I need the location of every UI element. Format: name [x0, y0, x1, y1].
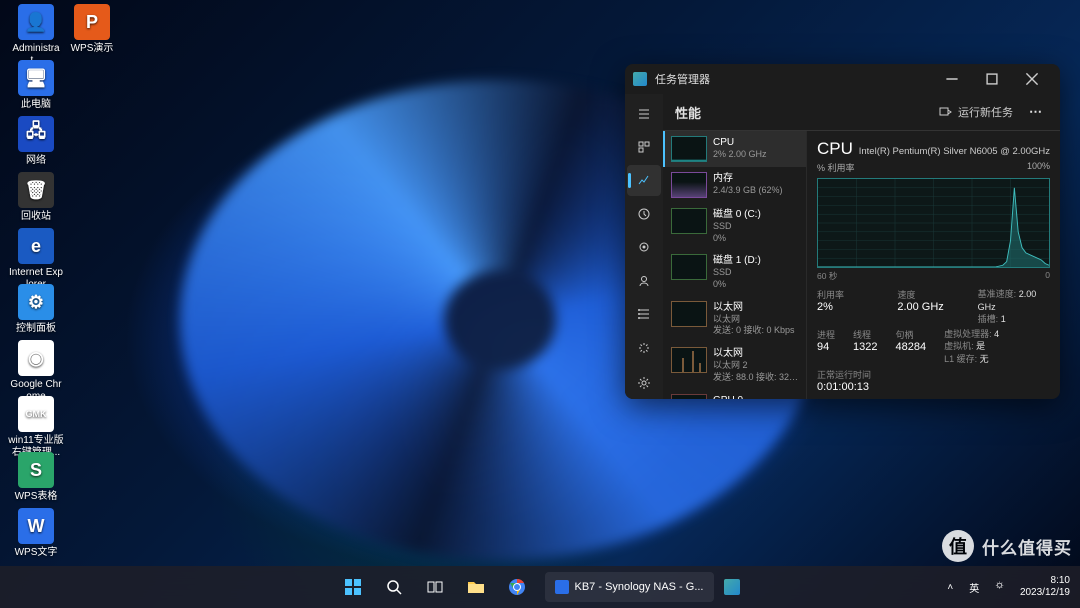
page-title: 性能	[675, 103, 701, 122]
titlebar[interactable]: 任务管理器	[625, 64, 1060, 94]
mini-chart	[671, 208, 707, 234]
icon-label: 控制面板	[8, 323, 64, 335]
watermark-badge: 值	[942, 530, 974, 562]
close-button[interactable]	[1012, 64, 1052, 94]
task-manager-window[interactable]: 任务管理器 性能 运行新任务 ⋯	[625, 64, 1060, 399]
desktop-icon[interactable]: 🖥 此电脑	[8, 60, 64, 111]
windows-icon	[344, 578, 362, 596]
app-icon: GMK	[18, 396, 54, 432]
perf-list-item[interactable]: 磁盘 1 (D:)SSD0%	[663, 249, 806, 295]
desktop-icon[interactable]: GMKwin11专业版右键管理...	[8, 396, 64, 459]
nav-startup[interactable]	[627, 232, 661, 263]
perf-detail: CPU Intel(R) Pentium(R) Silver N6005 @ 2…	[807, 131, 1060, 399]
icon-label: WPS演示	[64, 43, 120, 55]
perf-list-item[interactable]: 磁盘 0 (C:)SSD0%	[663, 203, 806, 249]
desktop-icon[interactable]: S WPS表格	[8, 452, 64, 503]
nav-app-history[interactable]	[627, 198, 661, 229]
app-icon: W	[18, 508, 54, 544]
perf-list-item[interactable]: 内存2.4/3.9 GB (62%)	[663, 167, 806, 203]
tray-ime-lang[interactable]: 英	[965, 578, 983, 597]
taskbar-app-synology[interactable]: KB7 - Synology NAS - G...	[545, 572, 714, 602]
start-button[interactable]	[334, 568, 372, 606]
app-icon: P	[74, 4, 110, 40]
desktop-icon[interactable]: eInternet Explorer	[8, 228, 64, 291]
task-view-button[interactable]	[416, 568, 454, 606]
icon-label: 网络	[8, 155, 64, 167]
page-header: 性能 运行新任务 ⋯	[663, 94, 1060, 131]
app-icon: 🖧	[18, 116, 54, 152]
app-icon: ⚙	[18, 284, 54, 320]
perf-list-item[interactable]: 以太网以太网 2发送: 88.0 接收: 32.0 Kbps	[663, 342, 806, 388]
app-icon	[555, 580, 569, 594]
desktop-icon[interactable]: W WPS文字	[8, 508, 64, 559]
maximize-button[interactable]	[972, 64, 1012, 94]
taskview-icon	[426, 578, 444, 596]
chrome-button[interactable]	[498, 568, 536, 606]
watermark-text: 什么值得买	[982, 534, 1072, 559]
more-button[interactable]: ⋯	[1023, 100, 1048, 124]
app-icon: 👤	[18, 4, 54, 40]
tray-clock[interactable]: 8:10 2023/12/19	[1016, 573, 1074, 601]
app-icon: e	[18, 228, 54, 264]
y-axis-label: % 利用率	[817, 161, 855, 174]
app-icon: 🖥	[18, 60, 54, 96]
taskbar[interactable]: KB7 - Synology NAS - G... ˄ 英 🌣 8:10 202…	[0, 566, 1080, 608]
watermark: 值 什么值得买	[942, 530, 1072, 562]
desktop-icon[interactable]: ◉Google Chrome	[8, 340, 64, 403]
x-axis-right: 0	[1045, 270, 1050, 282]
icon-label: WPS文字	[8, 547, 64, 559]
chrome-icon	[508, 578, 526, 596]
icon-label: WPS表格	[8, 491, 64, 503]
nav-processes[interactable]	[627, 131, 661, 162]
perf-list-item[interactable]: GPU 0Intel(R) UHD Gra...1%	[663, 389, 806, 400]
mini-chart	[671, 172, 707, 198]
nav-menu-button[interactable]	[627, 98, 661, 129]
folder-icon	[467, 579, 485, 595]
mini-chart	[671, 394, 707, 400]
run-new-task-button[interactable]: 运行新任务	[932, 100, 1019, 124]
tray-ime-mode[interactable]: 🌣	[991, 577, 1008, 598]
taskmgr-icon	[724, 579, 740, 595]
tray-chevron[interactable]: ˄	[943, 580, 957, 595]
perf-list-item[interactable]: CPU2% 2.00 GHz	[663, 131, 806, 167]
minimize-button[interactable]	[932, 64, 972, 94]
search-button[interactable]	[375, 568, 413, 606]
icon-label: 回收站	[8, 211, 64, 223]
nav-users[interactable]	[627, 265, 661, 296]
perf-list: CPU2% 2.00 GHz内存2.4/3.9 GB (62%)磁盘 0 (C:…	[663, 131, 807, 399]
app-icon: 🗑	[18, 172, 54, 208]
mini-chart	[671, 301, 707, 327]
run-icon	[938, 105, 952, 119]
window-title: 任务管理器	[655, 71, 710, 87]
nav-services[interactable]	[627, 332, 661, 363]
perf-list-item[interactable]: 以太网以太网发送: 0 接收: 0 Kbps	[663, 296, 806, 342]
app-icon: S	[18, 452, 54, 488]
mini-chart	[671, 347, 707, 373]
desktop-icon[interactable]: P WPS演示	[64, 4, 120, 55]
y-axis-max: 100%	[1027, 161, 1050, 174]
cpu-model: Intel(R) Pentium(R) Silver N6005 @ 2.00G…	[859, 146, 1050, 157]
explorer-button[interactable]	[457, 568, 495, 606]
mini-chart	[671, 136, 707, 162]
mini-chart	[671, 254, 707, 280]
search-icon	[386, 579, 402, 595]
nav-performance[interactable]	[627, 165, 661, 196]
nav-details[interactable]	[627, 299, 661, 330]
cpu-stats: 利用率2% 速度2.00 GHz 基准速度: 2.00 GHz 插槽: 1 进程…	[817, 288, 1050, 393]
desktop-icon[interactable]: 🗑 回收站	[8, 172, 64, 223]
icon-label: 此电脑	[8, 99, 64, 111]
detail-title: CPU	[817, 139, 853, 159]
app-icon: ◉	[18, 340, 54, 376]
nav-rail	[625, 94, 663, 399]
cpu-chart[interactable]	[817, 178, 1050, 268]
task-manager-icon	[633, 72, 647, 86]
desktop-icon[interactable]: 🖧 网络	[8, 116, 64, 167]
taskbar-app-taskmgr[interactable]	[717, 568, 747, 606]
x-axis-left: 60 秒	[817, 270, 837, 282]
desktop-icon[interactable]: 👤Administrat...	[8, 4, 64, 67]
desktop-icon[interactable]: ⚙ 控制面板	[8, 284, 64, 335]
nav-settings[interactable]	[627, 368, 661, 399]
